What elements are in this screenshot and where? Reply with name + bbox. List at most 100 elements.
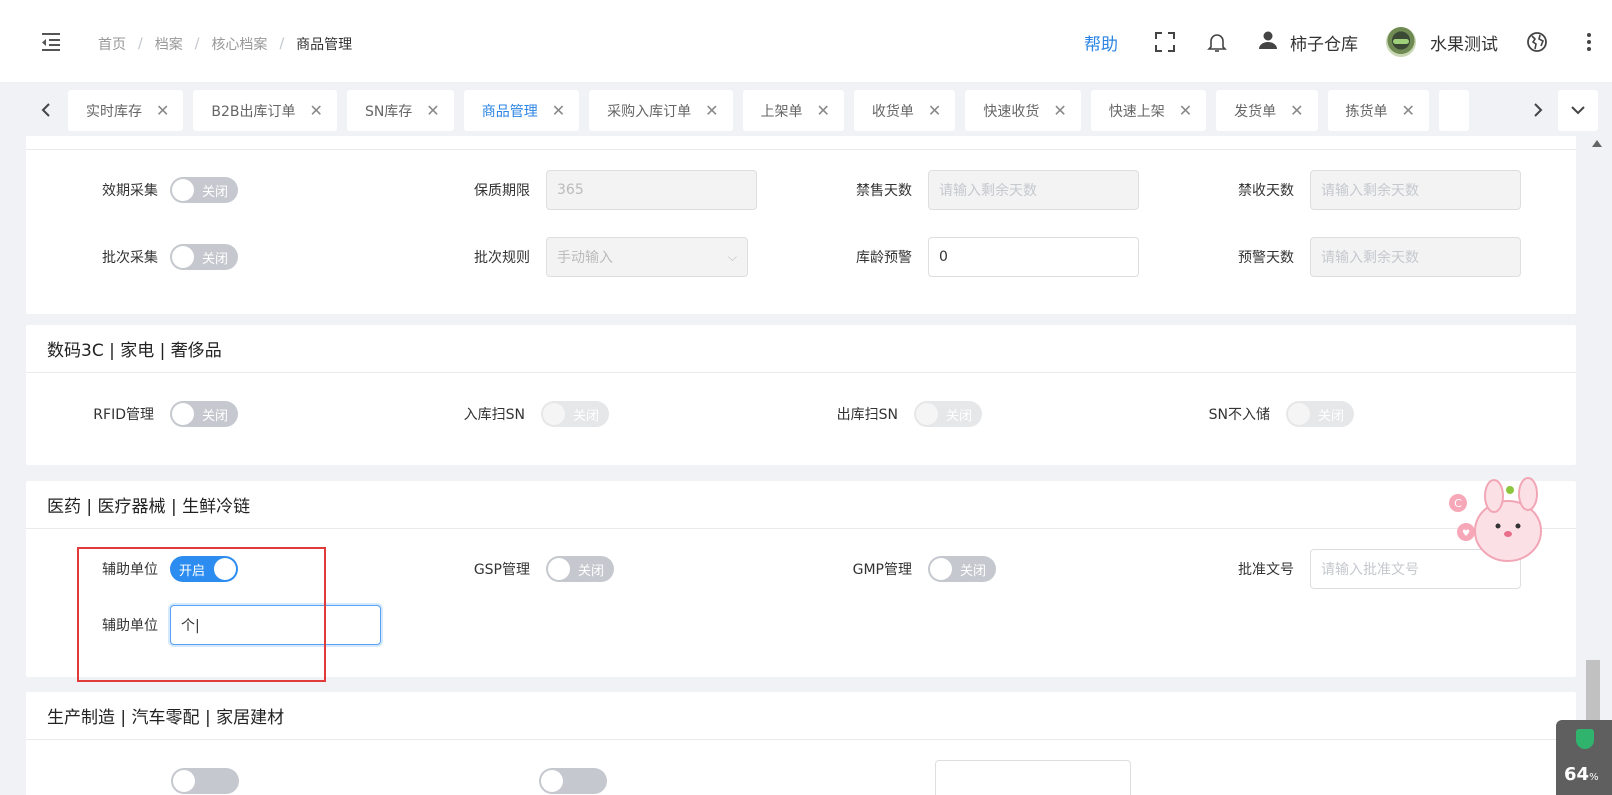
field-label: 批次采集 xyxy=(102,250,158,266)
close-icon[interactable]: ✕ xyxy=(426,102,439,119)
warning-days-input[interactable]: 请输入剩余天数 xyxy=(1310,237,1521,277)
breadcrumb-core-archive[interactable]: 核心档案 xyxy=(211,34,267,54)
card-validity: 效期采集 关闭 保质期限 365 禁售天数 请输入剩余天数 禁收天数 请输入剩余… xyxy=(26,136,1576,314)
field-label: 批次规则 xyxy=(474,250,530,266)
close-icon[interactable]: ✕ xyxy=(705,102,718,119)
switch-knob xyxy=(916,403,938,425)
fullscreen-icon[interactable] xyxy=(1154,31,1176,53)
switch-knob xyxy=(1288,403,1310,425)
shield-check-icon xyxy=(1576,729,1594,749)
menu-fold-icon[interactable] xyxy=(40,30,62,52)
manufacture-switch-1[interactable] xyxy=(171,768,239,794)
batch-rule-value: 手动输入 xyxy=(557,250,613,266)
close-icon[interactable]: ✕ xyxy=(1290,102,1303,119)
close-icon[interactable]: ✕ xyxy=(817,102,830,119)
close-icon[interactable]: ✕ xyxy=(156,102,169,119)
tabs-bar: 实时库存 ✕ B2B出库订单 ✕ SN库存 ✕ 商品管理 ✕ 采购入库订单 ✕ 上架单 ✕ … xyxy=(0,84,1612,136)
batch-rule-select[interactable]: 手动输入 ⌵ xyxy=(546,237,748,277)
warehouse-switch[interactable]: 柿子仓库 xyxy=(1258,30,1358,55)
switch-text: 关闭 xyxy=(577,564,604,579)
tab-label: 商品管理 xyxy=(481,103,538,120)
field-warning-days: 预警天数 请输入剩余天数 xyxy=(1168,237,1521,277)
manufacture-input[interactable] xyxy=(935,760,1131,795)
svg-text:C: C xyxy=(1454,497,1462,510)
field-out-scan-sn: 出库扫SN 关闭 xyxy=(786,401,982,427)
field-age-warning: 库龄预警 0 xyxy=(786,237,1139,277)
switch-text: 关闭 xyxy=(1317,409,1344,424)
manufacture-switch-2[interactable] xyxy=(539,768,607,794)
in-scan-sn-switch[interactable]: 关闭 xyxy=(541,401,609,427)
breadcrumb-separator: / xyxy=(194,36,200,52)
out-scan-sn-switch[interactable]: 关闭 xyxy=(914,401,982,427)
switch-knob xyxy=(172,403,194,425)
tab-b2b-outbound[interactable]: B2B出库订单 ✕ xyxy=(193,90,337,131)
field-rfid: RFID管理 关闭 xyxy=(26,401,238,427)
scrollbar[interactable] xyxy=(1576,136,1612,795)
field-label: RFID管理 xyxy=(93,407,154,423)
bell-icon[interactable] xyxy=(1206,31,1228,53)
switch-knob xyxy=(548,558,570,580)
more-vertical-icon[interactable] xyxy=(1578,31,1600,53)
switch-knob xyxy=(173,770,195,792)
switch-text: 关闭 xyxy=(572,409,599,424)
tabs-menu-chevron-down-icon[interactable] xyxy=(1558,90,1598,131)
tab-picking[interactable]: 拣货单 ✕ xyxy=(1327,90,1429,131)
floating-widget[interactable]: 64% xyxy=(1556,720,1612,795)
close-icon[interactable]: ✕ xyxy=(1053,102,1066,119)
globe-icon[interactable] xyxy=(1526,31,1548,53)
tab-quick-receive[interactable]: 快速收货 ✕ xyxy=(965,90,1081,131)
close-icon[interactable]: ✕ xyxy=(928,102,941,119)
field-label: GSP管理 xyxy=(473,562,530,578)
field-label: GMP管理 xyxy=(852,562,912,578)
gsp-switch[interactable]: 关闭 xyxy=(546,556,614,582)
tab-realtime-stock[interactable]: 实时库存 ✕ xyxy=(68,90,184,131)
switch-knob xyxy=(172,179,194,201)
close-icon[interactable]: ✕ xyxy=(310,102,323,119)
breadcrumb-archive[interactable]: 档案 xyxy=(155,34,183,54)
tab-label: 发货单 xyxy=(1234,103,1277,120)
mascot-sticker: C ♥ xyxy=(1449,477,1542,562)
tab-purchase-inbound[interactable]: 采购入库订单 ✕ xyxy=(589,90,733,131)
close-icon[interactable]: ✕ xyxy=(1179,102,1192,119)
field-no-sale-days: 禁售天数 请输入剩余天数 xyxy=(786,170,1139,210)
tab-overflow[interactable] xyxy=(1438,90,1469,131)
tab-sn-stock[interactable]: SN库存 ✕ xyxy=(346,90,454,131)
field-label: 预警天数 xyxy=(1238,250,1294,266)
field-label: SN不入储 xyxy=(1208,407,1270,423)
gmp-switch[interactable]: 关闭 xyxy=(928,556,996,582)
no-sale-days-input[interactable]: 请输入剩余天数 xyxy=(928,170,1139,210)
batch-collect-switch[interactable]: 关闭 xyxy=(170,244,238,270)
age-warning-input[interactable]: 0 xyxy=(928,237,1139,277)
widget-percent: 64% xyxy=(1564,764,1599,785)
no-receive-days-input[interactable]: 请输入剩余天数 xyxy=(1310,170,1521,210)
shelf-life-input[interactable]: 365 xyxy=(546,170,757,210)
tab-receipt[interactable]: 收货单 ✕ xyxy=(853,90,956,131)
sn-no-store-switch[interactable]: 关闭 xyxy=(1286,401,1354,427)
tab-label: 快速收货 xyxy=(983,103,1040,120)
tab-product-management[interactable]: 商品管理 ✕ xyxy=(463,90,580,131)
field-label: 入库扫SN xyxy=(463,407,525,423)
svg-text:♥: ♥ xyxy=(1462,529,1470,539)
tab-shipment[interactable]: 发货单 ✕ xyxy=(1216,90,1318,131)
field-label: 批准文号 xyxy=(1238,562,1294,578)
field-batch-collect: 批次采集 关闭 xyxy=(26,244,238,270)
breadcrumb-home[interactable]: 首页 xyxy=(98,34,126,54)
tab-quick-putaway[interactable]: 快速上架 ✕ xyxy=(1090,90,1207,131)
expiry-collect-switch[interactable]: 关闭 xyxy=(170,177,238,203)
close-icon[interactable]: ✕ xyxy=(552,102,565,119)
tab-putaway[interactable]: 上架单 ✕ xyxy=(742,90,844,131)
field-no-receive-days: 禁收天数 请输入剩余天数 xyxy=(1168,170,1521,210)
section-title: 数码3C | 家电 | 奢侈品 xyxy=(26,325,1576,373)
avatar xyxy=(1386,27,1416,57)
close-icon[interactable]: ✕ xyxy=(1402,102,1415,119)
app-root: 首页 / 档案 / 核心档案 / 商品管理 帮助 柿子仓库 水果测试 实时库存 … xyxy=(0,0,1612,795)
field-label: 效期采集 xyxy=(102,183,158,199)
tabs-scroll-left-icon[interactable] xyxy=(26,90,66,130)
rfid-switch[interactable]: 关闭 xyxy=(170,401,238,427)
percent-value: 64 xyxy=(1564,764,1590,785)
scroll-up-icon[interactable] xyxy=(1592,140,1602,147)
tabs-scroll-right-icon[interactable] xyxy=(1518,90,1558,130)
help-link[interactable]: 帮助 xyxy=(1084,30,1118,55)
user-menu[interactable]: 水果测试 xyxy=(1386,27,1498,57)
switch-knob xyxy=(930,558,952,580)
